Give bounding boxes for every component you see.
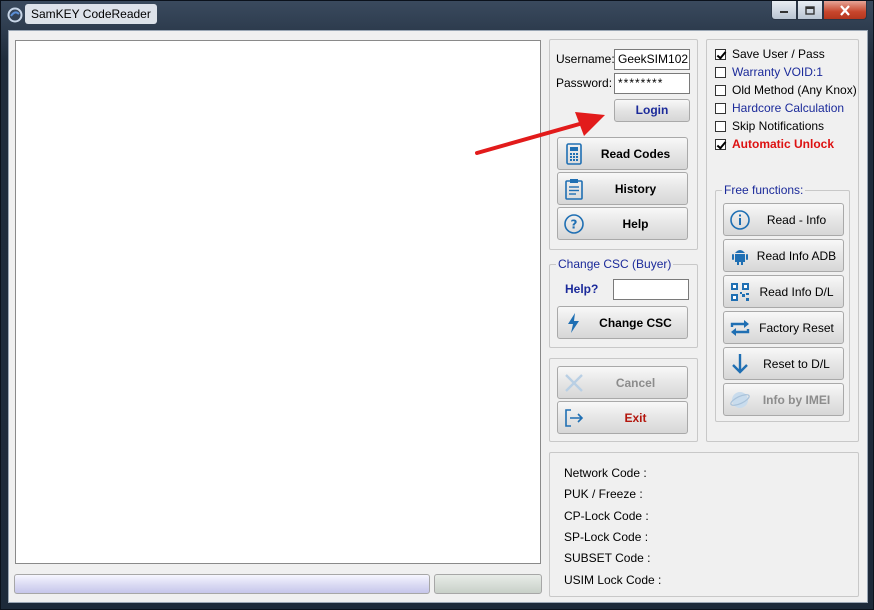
factory-reset-button[interactable]: Factory Reset [723,311,844,344]
info-by-imei-label: Info by IMEI [762,392,831,407]
read-info-button[interactable]: Read - Info [723,203,844,236]
annotation-arrow-icon [475,112,605,155]
exit-icon [565,409,584,427]
checkbox-unchecked[interactable] [715,84,726,96]
app-logo-icon [7,7,23,23]
checkbox-checked[interactable] [715,138,726,150]
option-label: Skip Notifications [732,119,825,133]
subset-code-label: SUBSET Code : [564,551,651,565]
change-csc-button[interactable]: Change CSC [557,306,688,339]
password-field[interactable]: ******** [614,73,690,94]
clipboard-icon [565,179,583,200]
option-hardcore-calculation[interactable]: Hardcore Calculation [715,100,844,116]
globe-icon [730,392,750,408]
refresh-arrows-icon [730,320,750,336]
network-code-label: Network Code : [564,466,647,480]
csc-help-link[interactable]: Help? [565,282,598,296]
sp-lock-code-label: SP-Lock Code : [564,530,649,544]
option-save-user-pass[interactable]: Save User / Pass [715,46,825,62]
checkbox-unchecked[interactable] [715,66,726,78]
info-icon [730,210,750,230]
svg-text:?: ? [571,218,578,232]
username-label: Username: [556,52,615,66]
change-csc-group: Change CSC (Buyer) Help? Change CSC [549,257,698,348]
qr-code-icon [731,283,749,301]
help-label: Help [622,216,649,231]
progress-bar [14,574,430,594]
help-button[interactable]: ? Help [557,207,688,240]
reset-to-dl-button[interactable]: Reset to D/L [723,347,844,380]
history-label: History [614,181,657,196]
free-functions-caption: Free functions: [722,183,806,197]
close-icon [840,4,850,16]
read-info-dl-button[interactable]: Read Info D/L [723,275,844,308]
option-label: Save User / Pass [732,47,825,61]
login-button[interactable]: Login [614,99,690,122]
option-skip-notifications[interactable]: Skip Notifications [715,118,824,134]
checkbox-unchecked[interactable] [715,120,726,132]
usim-lock-code-label: USIM Lock Code : [564,573,662,587]
csc-input[interactable] [613,279,689,300]
reset-to-dl-label: Reset to D/L [763,356,830,371]
cp-lock-code-label: CP-Lock Code : [564,509,649,523]
read-info-label: Read - Info [766,212,827,227]
title-bar[interactable]: SamKEY CodeReader [1,1,873,29]
change-csc-label: Change CSC [599,315,672,330]
change-csc-caption: Change CSC (Buyer) [556,257,674,271]
password-label: Password: [556,76,613,90]
arrow-down-icon [732,354,748,374]
cancel-button[interactable]: Cancel [557,366,688,399]
maximize-icon [805,5,815,15]
question-icon: ? [564,214,584,234]
read-info-adb-button[interactable]: Read Info ADB [723,239,844,272]
checkbox-checked[interactable] [715,48,726,60]
option-label: Old Method (Any Knox) [732,83,857,97]
option-label: Automatic Unlock [732,137,835,151]
cancel-x-icon [565,374,583,392]
minimize-icon [780,11,788,13]
read-info-dl-label: Read Info D/L [759,284,834,299]
option-label: Warranty VOID:1 [732,65,823,79]
puk-freeze-label: PUK / Freeze : [564,487,643,501]
app-window: SamKEY CodeReader Username: GeekSIM102 P… [0,0,874,610]
codes-output-group: Network Code : PUK / Freeze : CP-Lock Co… [549,452,859,597]
history-button[interactable]: History [557,172,688,205]
log-output[interactable] [15,40,541,564]
exit-label: Exit [624,410,647,425]
minimize-button[interactable] [771,1,797,20]
read-info-adb-label: Read Info ADB [756,248,837,263]
lightning-icon [568,313,579,333]
close-button[interactable] [823,1,867,20]
exit-button[interactable]: Exit [557,401,688,434]
maximize-button[interactable] [797,1,823,20]
window-title: SamKEY CodeReader [25,4,157,24]
client-area: Username: GeekSIM102 Password: ******** … [8,30,868,603]
info-by-imei-button[interactable]: Info by IMEI [723,383,844,416]
free-functions-group: Free functions: Read - Info Read Info AD… [715,183,850,422]
option-old-method[interactable]: Old Method (Any Knox) [715,82,857,98]
username-field[interactable]: GeekSIM102 [614,49,690,70]
cancel-label: Cancel [615,375,656,390]
option-warranty-void[interactable]: Warranty VOID:1 [715,64,823,80]
android-icon [732,250,748,265]
option-label: Hardcore Calculation [732,101,845,115]
factory-reset-label: Factory Reset [759,320,834,335]
option-automatic-unlock[interactable]: Automatic Unlock [715,136,834,152]
cancel-exit-group: Cancel Exit [549,358,698,442]
checkbox-unchecked[interactable] [715,102,726,114]
secondary-progress-bar [434,574,542,594]
window-controls [771,1,867,21]
